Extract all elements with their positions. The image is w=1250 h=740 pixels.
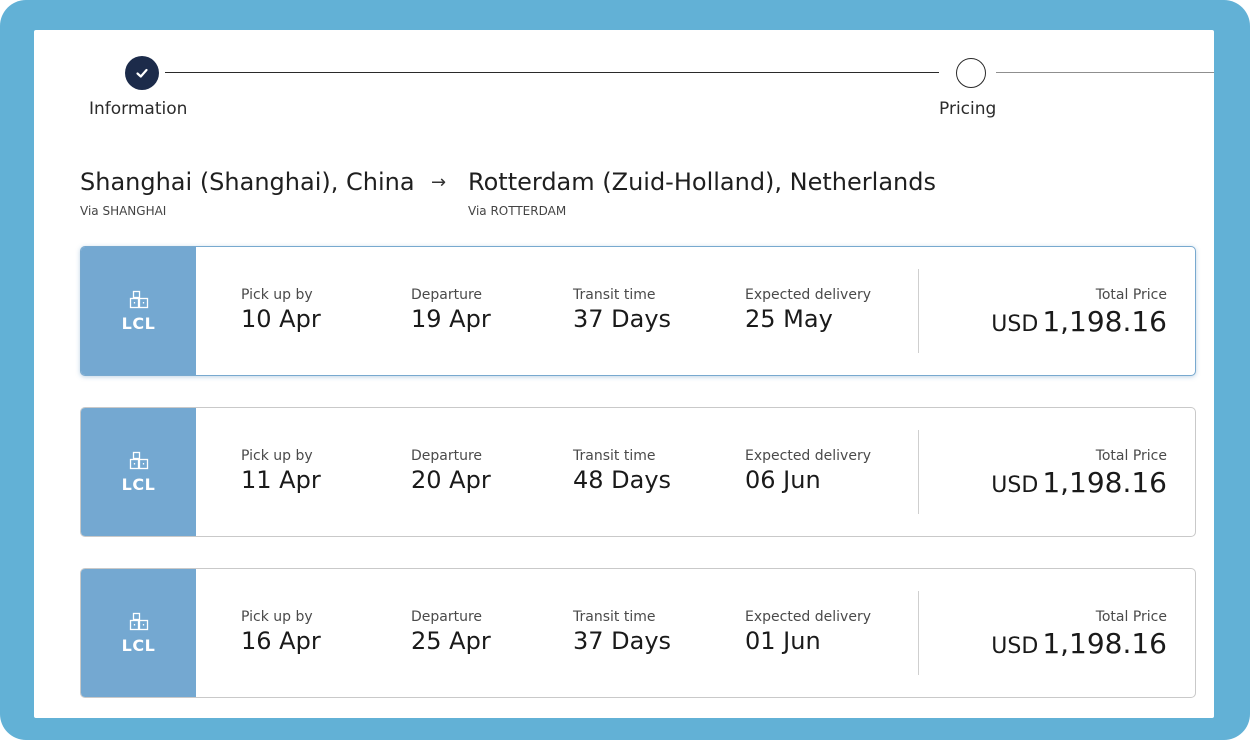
mode-badge: LCL — [81, 247, 196, 375]
departure-field: Departure 20 Apr — [411, 448, 491, 494]
step-pricing-dot[interactable] — [956, 58, 986, 88]
price-currency: USD — [991, 473, 1039, 498]
boxes-icon — [129, 290, 148, 308]
price-block: Total Price USD 1,198.16 — [991, 287, 1167, 338]
check-icon — [136, 68, 148, 78]
departure-field: Departure 25 Apr — [411, 609, 491, 655]
quote-card[interactable]: LCL Pick up by 10 Apr Departure 19 Apr T… — [80, 246, 1196, 376]
mode-label: LCL — [121, 313, 156, 333]
mode-label: LCL — [121, 635, 156, 655]
delivery-field: Expected delivery 06 Jun — [745, 448, 871, 494]
stepper-line-next — [996, 72, 1214, 73]
delivery-label: Expected delivery — [745, 609, 871, 625]
departure-value: 25 Apr — [411, 627, 491, 655]
pickup-label: Pick up by — [241, 287, 313, 303]
boxes-icon — [129, 451, 148, 469]
pickup-label: Pick up by — [241, 448, 313, 464]
pickup-value: 16 Apr — [241, 627, 321, 655]
total-price-label: Total Price — [1095, 609, 1167, 625]
transit-value: 37 Days — [573, 627, 672, 655]
card-divider — [918, 591, 919, 675]
route-destination: Rotterdam (Zuid-Holland), Netherlands — [468, 168, 936, 196]
destination-via: Via ROTTERDAM — [468, 204, 567, 218]
pickup-value: 10 Apr — [241, 305, 321, 333]
price-amount: 1,198.16 — [1042, 466, 1167, 499]
price-currency: USD — [991, 634, 1039, 659]
delivery-value: 06 Jun — [745, 466, 821, 494]
route-origin: Shanghai (Shanghai), China — [80, 168, 415, 196]
booking-panel: Information Pricing Shanghai (Shanghai),… — [34, 30, 1214, 718]
transit-label: Transit time — [573, 609, 656, 625]
transit-label: Transit time — [573, 448, 656, 464]
transit-value: 37 Days — [573, 305, 672, 333]
transit-field: Transit time 37 Days — [573, 609, 671, 655]
transit-value: 48 Days — [573, 466, 672, 494]
pickup-field: Pick up by 10 Apr — [241, 287, 321, 333]
stepper-line — [165, 72, 939, 73]
delivery-field: Expected delivery 25 May — [745, 287, 871, 333]
price-block: Total Price USD 1,198.16 — [991, 448, 1167, 499]
pickup-field: Pick up by 11 Apr — [241, 448, 321, 494]
transit-label: Transit time — [573, 287, 656, 303]
step-information-label[interactable]: Information — [89, 99, 187, 119]
departure-label: Departure — [411, 287, 483, 303]
price-block: Total Price USD 1,198.16 — [991, 609, 1167, 660]
delivery-value: 25 May — [745, 305, 833, 333]
departure-label: Departure — [411, 609, 483, 625]
delivery-label: Expected delivery — [745, 287, 871, 303]
card-divider — [918, 430, 919, 514]
pickup-field: Pick up by 16 Apr — [241, 609, 321, 655]
step-pricing-label[interactable]: Pricing — [939, 99, 996, 119]
delivery-value: 01 Jun — [745, 627, 821, 655]
departure-label: Departure — [411, 448, 483, 464]
origin-via: Via SHANGHAI — [80, 204, 167, 218]
departure-value: 19 Apr — [411, 305, 491, 333]
card-divider — [918, 269, 919, 353]
transit-field: Transit time 48 Days — [573, 448, 671, 494]
mode-label: LCL — [121, 474, 156, 494]
departure-field: Departure 19 Apr — [411, 287, 491, 333]
price-currency: USD — [991, 312, 1039, 337]
price-amount: 1,198.16 — [1042, 305, 1167, 338]
boxes-icon — [129, 612, 148, 630]
pickup-label: Pick up by — [241, 609, 313, 625]
delivery-label: Expected delivery — [745, 448, 871, 464]
mode-badge: LCL — [81, 408, 196, 536]
total-price-label: Total Price — [1095, 448, 1167, 464]
step-information-dot[interactable] — [125, 56, 159, 90]
mode-badge: LCL — [81, 569, 196, 697]
delivery-field: Expected delivery 01 Jun — [745, 609, 871, 655]
transit-field: Transit time 37 Days — [573, 287, 671, 333]
price-amount: 1,198.16 — [1042, 627, 1167, 660]
departure-value: 20 Apr — [411, 466, 491, 494]
total-price-label: Total Price — [1095, 287, 1167, 303]
route-arrow-icon: → — [431, 172, 447, 193]
quote-card[interactable]: LCL Pick up by 11 Apr Departure 20 Apr T… — [80, 407, 1196, 537]
quote-card[interactable]: LCL Pick up by 16 Apr Departure 25 Apr T… — [80, 568, 1196, 698]
pickup-value: 11 Apr — [241, 466, 321, 494]
screenshot-frame: Information Pricing Shanghai (Shanghai),… — [0, 0, 1250, 740]
